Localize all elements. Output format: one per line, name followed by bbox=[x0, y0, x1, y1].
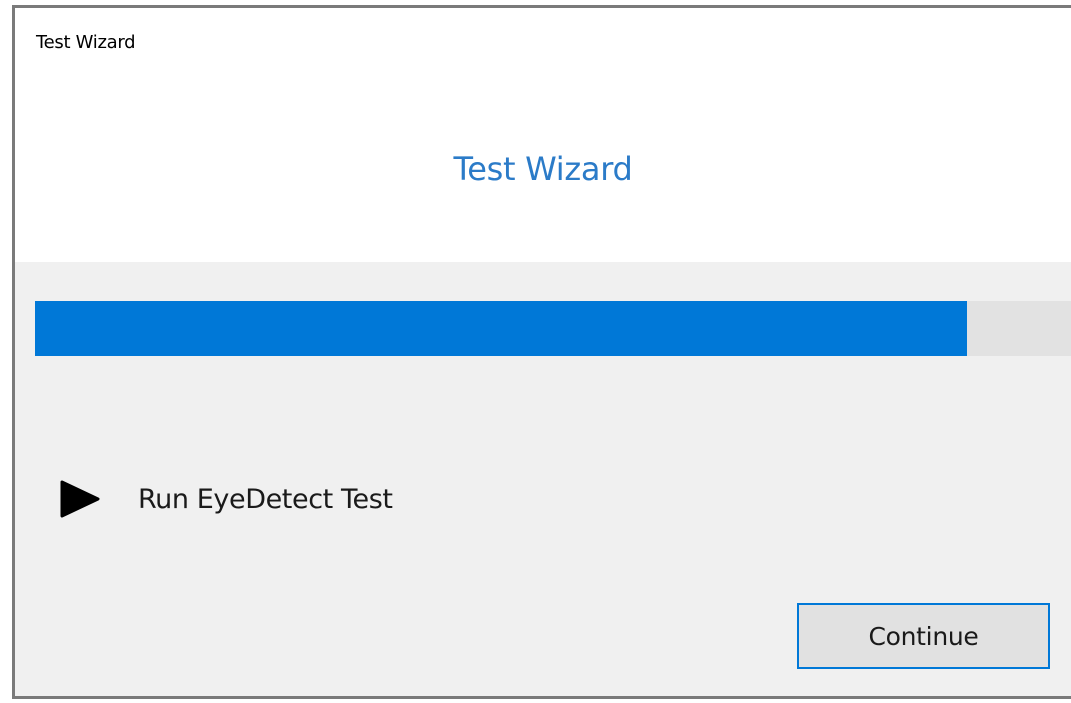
wizard-header: Test Wizard bbox=[15, 68, 1071, 262]
title-bar: Test Wizard bbox=[15, 8, 1071, 68]
progress-bar bbox=[35, 301, 1071, 356]
wizard-body: Run EyeDetect Test Continue bbox=[15, 262, 1071, 696]
continue-button[interactable]: Continue bbox=[797, 603, 1050, 669]
step-label: Run EyeDetect Test bbox=[138, 484, 393, 515]
wizard-window: Test Wizard Test Wizard Run EyeDetect Te… bbox=[12, 5, 1071, 699]
progress-bar-fill bbox=[35, 301, 968, 356]
wizard-heading: Test Wizard bbox=[453, 150, 633, 188]
play-icon bbox=[60, 480, 100, 518]
window-title: Test Wizard bbox=[36, 32, 136, 53]
